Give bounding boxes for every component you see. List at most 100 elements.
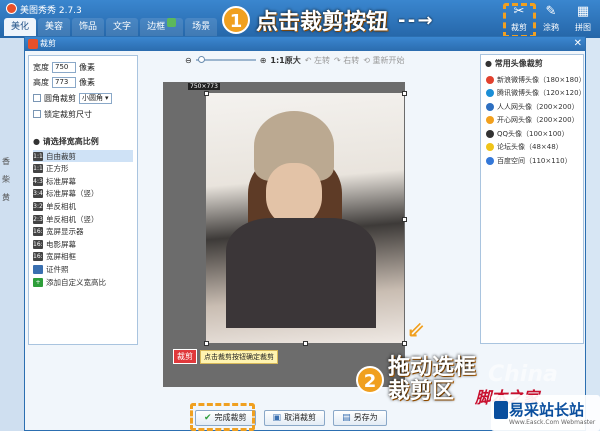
preset-site-icon xyxy=(486,116,494,124)
preset-item[interactable]: 人人网头像（200×200） xyxy=(486,101,579,112)
crop-handle[interactable] xyxy=(204,341,209,346)
ratio-label: 自由裁剪 xyxy=(46,151,76,161)
crop-label-badge: 裁剪 xyxy=(173,349,197,364)
ratio-label: 宽屏显示器 xyxy=(46,227,84,237)
ratio-item[interactable]: 1:1 正方形 xyxy=(33,163,133,175)
cancel-crop-button[interactable]: ▣ 取消裁剪 xyxy=(263,410,326,426)
chevron-down-icon: ▾ xyxy=(105,93,109,102)
step1-text: 点击裁剪按钮 xyxy=(256,10,389,35)
rotate-left-button[interactable]: ↶ 左转 xyxy=(305,55,330,66)
photo-face xyxy=(266,163,322,225)
lock-size-label: 锁定裁剪尺寸 xyxy=(44,109,92,119)
ratio-item[interactable]: 证件照 xyxy=(33,263,133,275)
width-row: 宽度 750 像素 xyxy=(33,61,95,73)
preset-label: 人人网头像（200×200） xyxy=(497,102,579,111)
pen-icon: ✎ xyxy=(545,4,557,19)
crop-handle[interactable] xyxy=(204,91,209,96)
tab-text[interactable]: 文字 xyxy=(106,18,139,36)
ratio-item[interactable]: 3:2 单反相机 xyxy=(33,200,133,212)
ratio-item[interactable]: 1:1 自由裁剪 xyxy=(33,150,133,162)
save-icon: ▤ xyxy=(342,413,351,423)
dialog-titlebar: 裁剪 ✕ xyxy=(25,37,585,51)
zoom-in-icon[interactable]: ⊕ xyxy=(260,56,267,65)
preset-item[interactable]: 百度空间（110×110） xyxy=(486,155,572,166)
height-unit: 像素 xyxy=(79,77,95,87)
preset-site-icon xyxy=(486,129,494,138)
lock-size-checkbox[interactable] xyxy=(33,110,41,118)
app-toolbar: 美图秀秀 2.7.3 美化 美容 饰品 文字 边框 场景 ✂ 裁剪 ✎ 涂鸦 ▦ 拼图… xyxy=(0,0,600,38)
close-icon[interactable]: ✕ xyxy=(574,37,582,51)
preset-label: 开心网头像（200×200） xyxy=(497,116,579,124)
background-text: 黄 xyxy=(2,193,10,202)
ratio-item[interactable]: 2:3 单反相机（竖） xyxy=(33,213,133,225)
tab-cosmetic[interactable]: 美容 xyxy=(38,18,71,36)
preset-site-icon xyxy=(486,75,494,84)
reset-button[interactable]: ⟲ 重新开始 xyxy=(363,55,404,66)
new-badge-icon xyxy=(167,18,177,27)
rotate-left-label: 左转 xyxy=(314,55,330,65)
crop-handle[interactable] xyxy=(402,91,407,96)
ratio-item[interactable]: 16:9 宽屏显示器 xyxy=(33,226,133,238)
presets-heading-text: 常用头像裁剪 xyxy=(494,59,543,68)
round-crop-label: 圆角裁剪 xyxy=(44,93,76,103)
width-label: 宽度 xyxy=(33,62,49,72)
tab-beautify[interactable]: 美化 xyxy=(4,18,37,36)
step1-arrow: - - → xyxy=(398,9,433,31)
preset-label: QQ头像（100×100） xyxy=(497,129,569,138)
photo-crop-region[interactable] xyxy=(206,93,404,343)
tab-frame-label: 边框 xyxy=(147,22,166,32)
ratio-label: 宽屏相框 xyxy=(46,252,76,262)
preset-label: 论坛头像（48×48） xyxy=(497,143,563,151)
crop-handle[interactable] xyxy=(402,217,407,222)
height-input[interactable]: 773 xyxy=(52,76,76,88)
crop-button-highlight xyxy=(503,3,536,38)
logo-subtitle: Www.Easck.Com Webmaster xyxy=(509,419,596,426)
preset-item[interactable]: QQ头像（100×100） xyxy=(486,128,569,139)
round-style-select[interactable]: 小圆角 ▾ xyxy=(79,92,112,104)
collage-tool-button[interactable]: ▦ 拼图 xyxy=(570,2,596,36)
ratio-item[interactable]: 4:3 标准屏幕 xyxy=(33,175,133,187)
ratio-item[interactable]: 3:4 标准屏幕（竖） xyxy=(33,188,133,200)
crop-hint: 点击裁剪按钮确定裁剪 xyxy=(200,350,278,364)
tab-scene[interactable]: 场景 xyxy=(185,18,218,36)
preset-item[interactable]: 开心网头像（200×200） xyxy=(486,115,579,126)
round-crop-checkbox[interactable] xyxy=(33,94,41,102)
ratio-item[interactable]: 16:10 宽屏相框 xyxy=(33,251,133,263)
ratio-heading-text: 请选择宽高比例 xyxy=(42,137,99,146)
rotate-right-label: 右转 xyxy=(343,55,360,65)
cancel-icon: ▣ xyxy=(272,413,282,423)
save-as-label: 另存为 xyxy=(353,413,378,422)
actual-size-button[interactable]: 1:1原大 xyxy=(270,55,300,66)
ratio-badge-icon: + xyxy=(33,277,43,287)
crop-handle[interactable] xyxy=(303,341,308,346)
height-row: 高度 773 像素 xyxy=(33,76,95,88)
width-input[interactable]: 750 xyxy=(52,61,76,73)
ratio-item[interactable]: 16:9 电影屏幕 xyxy=(33,238,133,250)
lock-size-row: 锁定裁剪尺寸 xyxy=(33,108,92,120)
rotate-right-button[interactable]: ↷ 右转 xyxy=(334,55,359,66)
preset-item[interactable]: 腾讯微博头像（120×120） xyxy=(486,88,586,99)
ratio-badge-icon: 16:9 xyxy=(33,239,47,249)
avatar-presets-panel: ● 常用头像裁剪 新浪微博头像（180×180） 腾讯微博头像（120×120） 人… xyxy=(480,54,586,344)
site-logo: 易采站长站 Www.Easck.Com Webmaster xyxy=(491,395,600,431)
preset-item[interactable]: 论坛头像（48×48） xyxy=(486,142,563,153)
ratio-badge-icon: 3:4 xyxy=(33,189,43,199)
tab-accessory[interactable]: 饰品 xyxy=(72,18,105,36)
save-as-button[interactable]: ▤ 另存为 xyxy=(333,410,387,426)
doodle-tool-button[interactable]: ✎ 涂鸦 xyxy=(538,2,564,36)
presets-heading-icon: ● xyxy=(485,59,495,68)
ratio-item[interactable]: + 添加自定义宽高比 xyxy=(33,276,133,288)
crop-handle[interactable] xyxy=(402,341,407,346)
ratio-label: 单反相机（竖） xyxy=(46,214,99,224)
ratio-badge-icon: 16:10 xyxy=(33,252,51,262)
crop-size-tag: 750×773 xyxy=(188,83,220,90)
zoom-slider[interactable] xyxy=(195,56,256,63)
zoom-slider-handle[interactable] xyxy=(197,56,205,63)
preset-item[interactable]: 新浪微博头像（180×180） xyxy=(486,74,586,85)
zoom-out-icon[interactable]: ⊖ xyxy=(185,56,192,65)
round-style-value: 小圆角 xyxy=(82,93,103,102)
crop-settings-panel: 宽度 750 像素 高度 773 像素 圆角裁剪 小圆角 ▾ 锁定裁剪尺寸 ● 请… xyxy=(28,55,138,345)
tab-frame[interactable]: 边框 xyxy=(140,18,184,36)
preset-label: 腾讯微博头像（120×120） xyxy=(497,89,586,97)
ratio-badge-icon: 1:1 xyxy=(33,164,43,174)
